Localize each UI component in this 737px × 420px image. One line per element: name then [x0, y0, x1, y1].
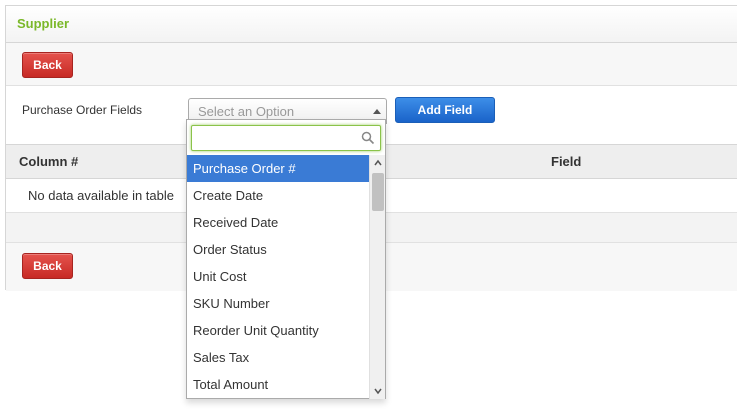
option-total-amount[interactable]: Total Amount: [187, 371, 369, 398]
add-field-button[interactable]: Add Field: [395, 97, 495, 123]
option-create-date[interactable]: Create Date: [187, 182, 369, 209]
select-placeholder: Select an Option: [198, 104, 295, 119]
column-number-header[interactable]: Column #: [19, 154, 78, 169]
option-reorder-unit-quantity[interactable]: Reorder Unit Quantity: [187, 317, 369, 344]
field-header[interactable]: Field: [551, 154, 581, 169]
top-toolbar: [6, 43, 737, 86]
select-arrow-icon: [373, 109, 381, 114]
panel-header: Supplier: [6, 6, 737, 43]
option-order-status[interactable]: Order Status: [187, 236, 369, 263]
chevron-down-icon[interactable]: [374, 387, 382, 395]
select-dropdown: Purchase Order # Create Date Received Da…: [186, 119, 386, 399]
panel-title: Supplier: [17, 16, 70, 31]
scrollbar-thumb[interactable]: [372, 173, 384, 211]
back-button-top[interactable]: Back: [22, 52, 73, 78]
option-purchase-order-number[interactable]: Purchase Order #: [187, 155, 369, 182]
back-button-bottom[interactable]: Back: [22, 253, 73, 279]
purchase-order-fields-label: Purchase Order Fields: [22, 103, 143, 117]
option-received-date[interactable]: Received Date: [187, 209, 369, 236]
dropdown-scrollbar[interactable]: [369, 155, 385, 399]
option-sku-number[interactable]: SKU Number: [187, 290, 369, 317]
option-unit-cost[interactable]: Unit Cost: [187, 263, 369, 290]
option-sales-tax[interactable]: Sales Tax: [187, 344, 369, 371]
dropdown-search-input[interactable]: [191, 125, 381, 151]
dropdown-options: Purchase Order # Create Date Received Da…: [187, 155, 369, 399]
search-icon: [361, 131, 375, 145]
chevron-up-icon[interactable]: [374, 159, 382, 167]
empty-table-message: No data available in table: [28, 188, 174, 203]
